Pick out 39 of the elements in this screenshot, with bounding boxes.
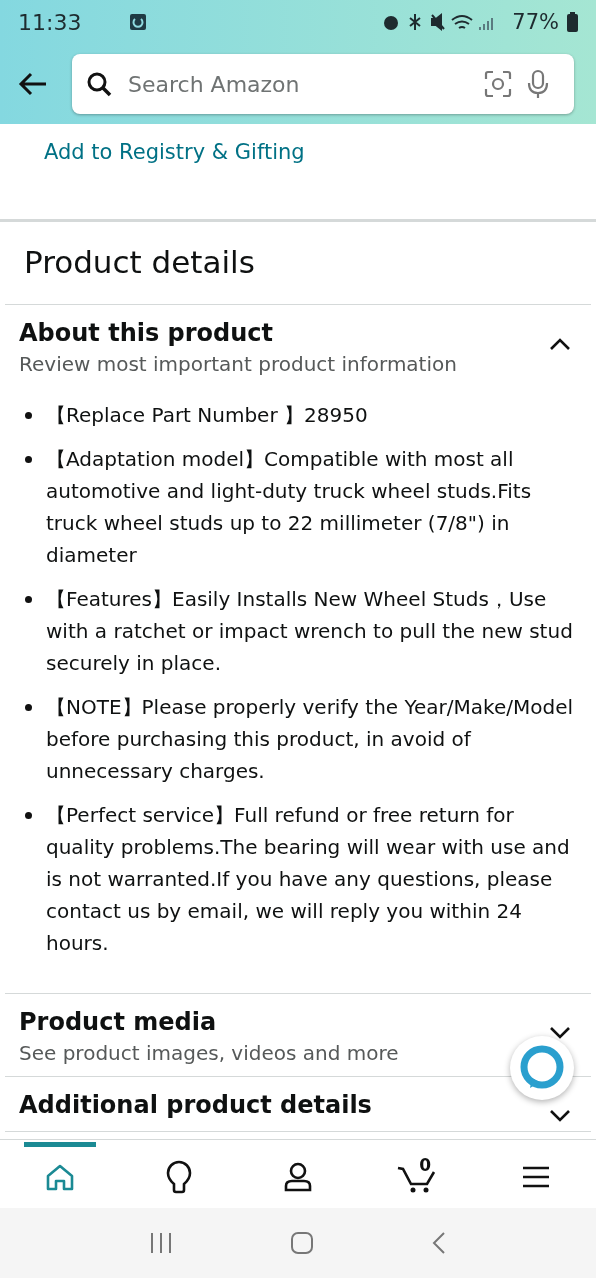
accordion-title[interactable]: About this product: [19, 317, 274, 349]
chevron-down-icon[interactable]: [549, 1026, 571, 1040]
bullet-text: 【Perfect service】Full refund or free return for quality problems.The bearing will wear with use and is not warranted.If you have any questions, please contact us by email, we will reply you within 24 hours.: [46, 802, 571, 957]
bullet-dot: [25, 412, 32, 419]
search-field[interactable]: Search Amazon: [126, 70, 470, 98]
back-arrow-icon[interactable]: [18, 72, 48, 96]
battery-icon: [567, 12, 578, 32]
home-button-icon[interactable]: [290, 1231, 314, 1255]
notification-icon: [129, 13, 148, 31]
search-bar[interactable]: Search Amazon: [72, 54, 574, 114]
back-icon[interactable]: [431, 1231, 448, 1255]
search-icon: [86, 71, 112, 97]
chevron-up-icon[interactable]: [549, 337, 571, 351]
accordion-subtitle: See product images, videos and more: [19, 1040, 400, 1067]
recent-apps-icon[interactable]: [148, 1232, 173, 1254]
bullet-dot: [25, 456, 32, 463]
registry-link[interactable]: Add to Registry & Gifting: [44, 140, 305, 164]
camera-scan-icon[interactable]: [484, 70, 512, 98]
bullet-dot: [25, 596, 32, 603]
accordion-subtitle: Review most important product information: [19, 351, 458, 378]
accordion-title[interactable]: Product media: [19, 1006, 217, 1038]
battery-percent: 77%: [512, 10, 559, 34]
person-icon: [282, 1161, 313, 1192]
accordion-title[interactable]: Additional product details: [19, 1089, 372, 1121]
menu-icon: [522, 1165, 551, 1188]
home-icon: [44, 1162, 75, 1191]
bullet-text: 【Features】Easily Installs New Wheel Studs，Use with a ratchet or impact wrench to pull the new stud securely in place.: [46, 586, 574, 677]
lightbulb-icon: [165, 1159, 192, 1194]
chevron-down-icon[interactable]: [549, 1109, 571, 1123]
microphone-icon[interactable]: [526, 69, 550, 99]
bullet-dot: [25, 704, 32, 711]
bullet-text: 【Replace Part Number 】28950: [46, 402, 368, 429]
bullet-dot: [25, 812, 32, 819]
bullet-text: 【NOTE】Please properly verify the Year/Make/Model before purchasing this product, in avoid of unnecessary charges.: [46, 694, 575, 785]
status-time: 11:33: [18, 9, 82, 35]
cart-count: 0: [419, 1155, 431, 1175]
section-heading: Product details: [5, 222, 591, 305]
nav-tab[interactable]: 0: [381, 1142, 454, 1206]
bullet-text: 【Adaptation model】Compatible with most all automotive and light-duty truck wheel studs.Fits truck wheel studs up to 22 millimeter (7/8") in diameter: [46, 446, 533, 569]
